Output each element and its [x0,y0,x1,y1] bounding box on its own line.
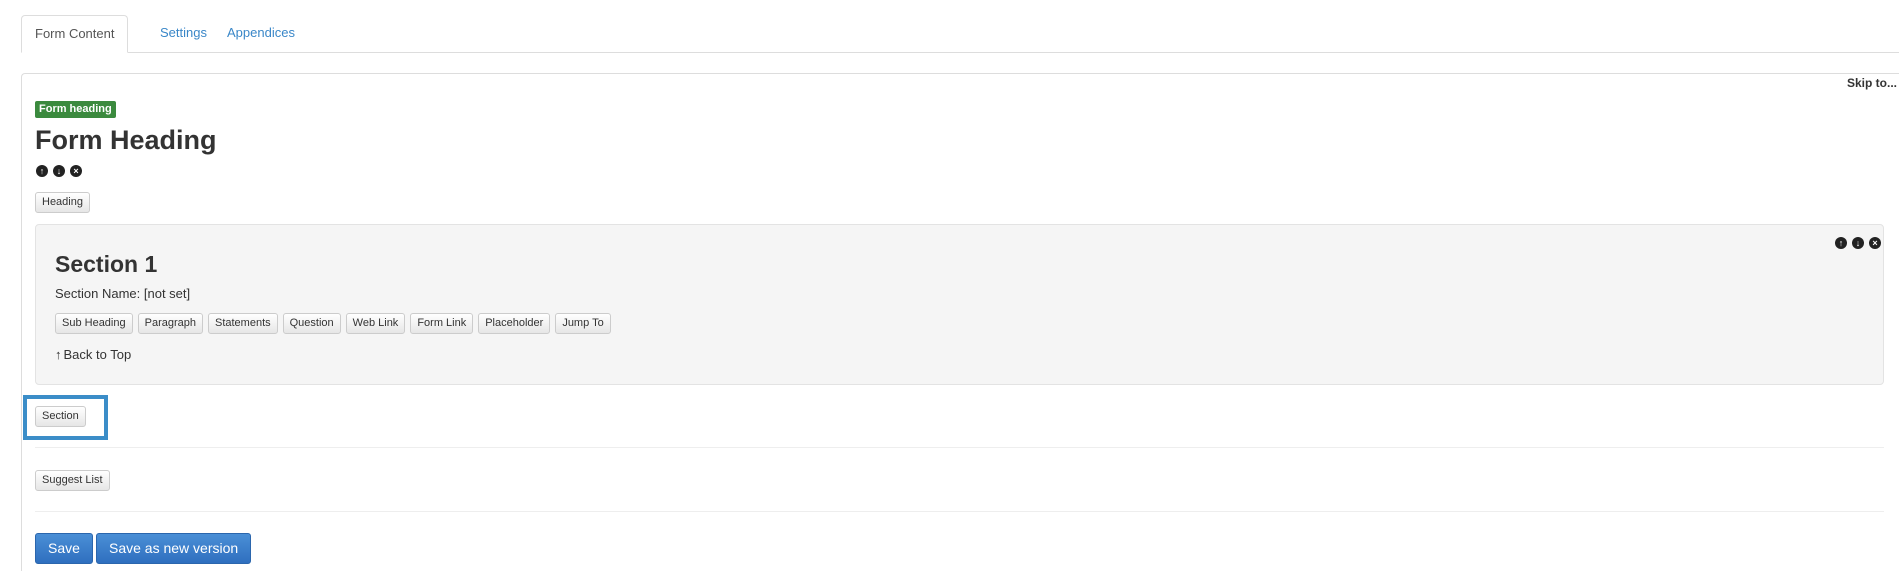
back-to-top-label: Back to Top [63,347,132,362]
jump-to-button[interactable]: Jump To [555,313,611,334]
question-button[interactable]: Question [282,313,341,334]
tab-settings[interactable]: Settings [147,15,220,52]
form-link-button[interactable]: Form Link [410,313,474,334]
tab-bar: Form Content Settings Appendices [21,15,1899,53]
remove-circle-icon[interactable]: × [70,165,82,177]
back-to-top-link[interactable]: ↑ Back to Top [55,347,131,362]
remove-circle-icon[interactable]: × [1869,237,1881,249]
section-name: Section Name: [not set] [55,286,191,301]
section-controls: ↑ ↓ × [1835,237,1881,249]
placeholder-button[interactable]: Placeholder [478,313,551,334]
suggest-list-button[interactable]: Suggest List [35,470,110,491]
save-as-new-version-button[interactable]: Save as new version [96,533,252,564]
add-section-button[interactable]: Section [35,406,86,427]
section-add-buttons: Sub Heading Paragraph Statements Questio… [55,313,611,334]
sub-heading-button[interactable]: Sub Heading [55,313,133,334]
arrow-down-circle-icon[interactable]: ↓ [53,165,65,177]
divider [35,511,1884,512]
skip-to-link[interactable]: Skip to... [1847,76,1897,90]
form-heading-badge: Form heading [35,101,116,118]
heading-button[interactable]: Heading [35,192,90,213]
save-button[interactable]: Save [35,533,93,564]
section-title: Section 1 [55,251,158,277]
statements-button[interactable]: Statements [207,313,278,334]
paragraph-button[interactable]: Paragraph [137,313,203,334]
section-1-box: ↑ ↓ × Section 1 Section Name: [not set] … [35,224,1884,385]
arrow-up-circle-icon[interactable]: ↑ [1835,237,1847,249]
web-link-button[interactable]: Web Link [345,313,406,334]
arrow-up-icon: ↑ [55,347,62,362]
arrow-up-circle-icon[interactable]: ↑ [36,165,48,177]
form-heading-controls: ↑ ↓ × [36,165,82,177]
tab-appendices[interactable]: Appendices [214,15,308,52]
tab-form-content[interactable]: Form Content [21,15,129,53]
divider [35,447,1884,448]
arrow-down-circle-icon[interactable]: ↓ [1852,237,1864,249]
form-heading-title: Form Heading [35,125,217,155]
